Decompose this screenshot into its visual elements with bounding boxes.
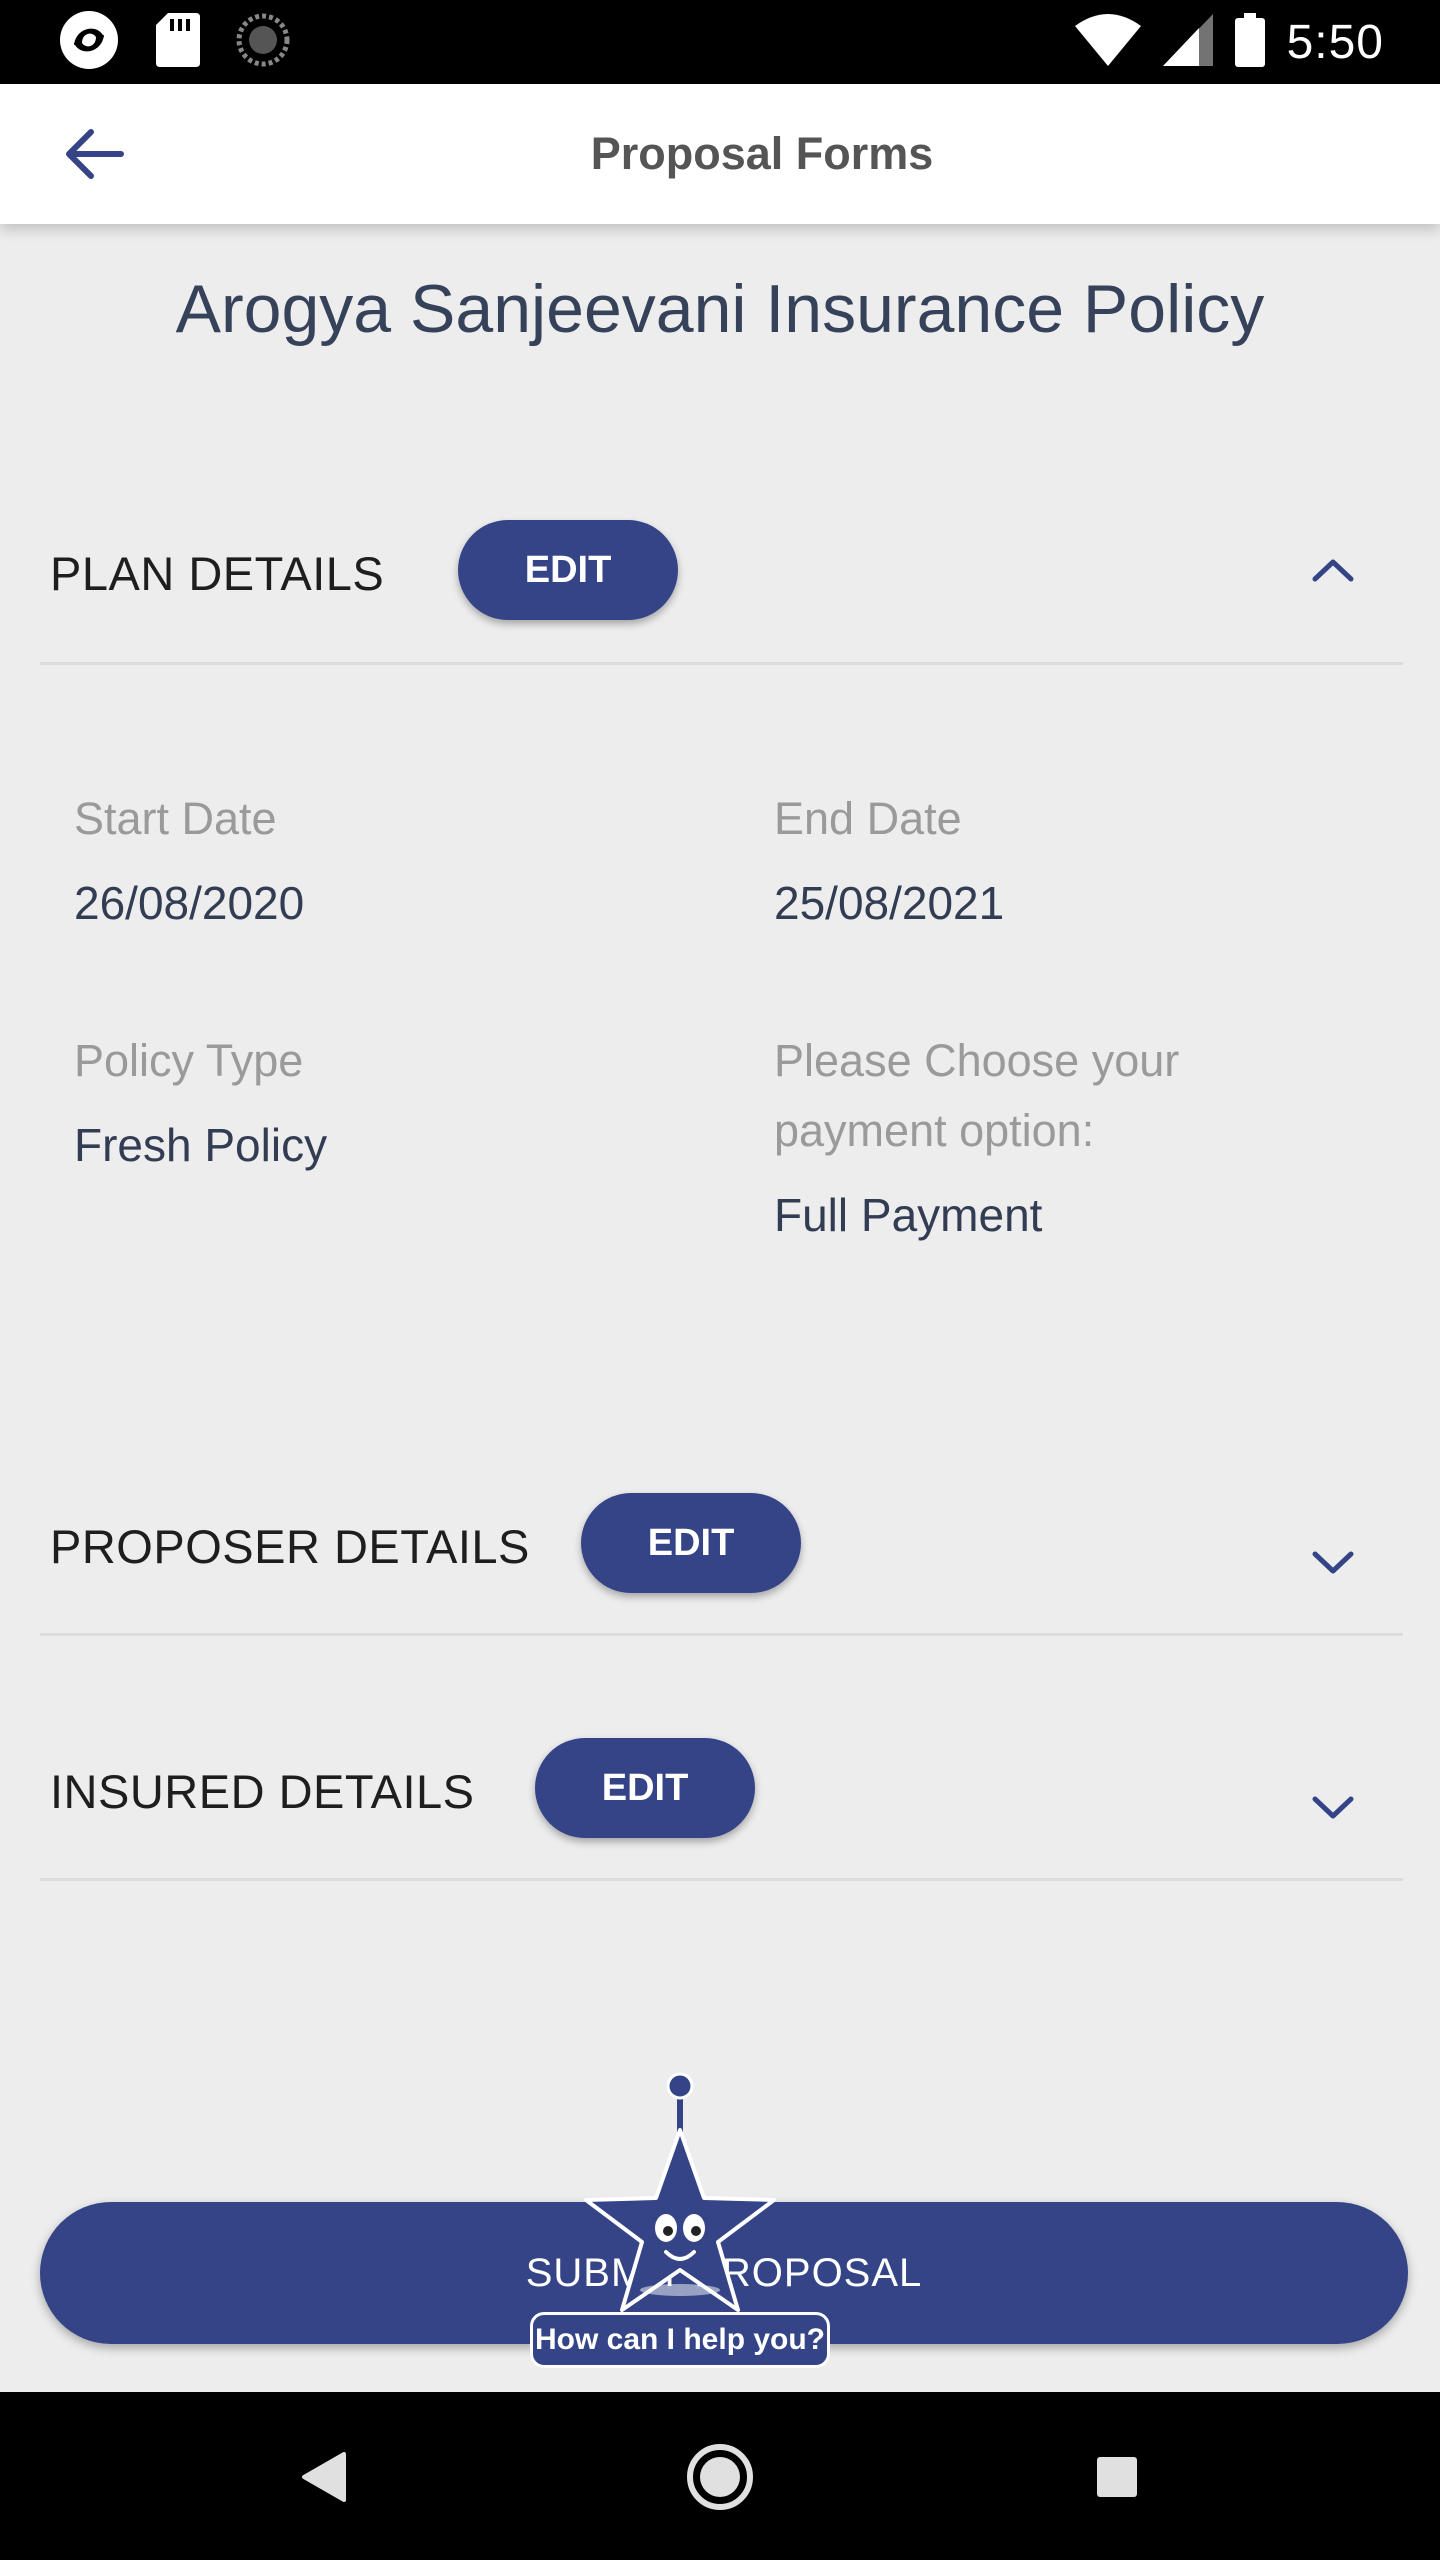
start-date-field: Start Date 26/08/2020 xyxy=(74,784,304,938)
section-title-proposer: PROPOSER DETAILS xyxy=(50,1520,530,1573)
arrow-left-icon xyxy=(66,129,124,179)
loading-icon xyxy=(236,13,290,72)
payment-option-field: Please Choose your payment option: Full … xyxy=(774,1026,1234,1250)
policy-type-value: Fresh Policy xyxy=(74,1119,328,1171)
plan-details-section: PLAN DETAILS EDIT Start Date 26/08/2020 … xyxy=(40,520,1403,1241)
status-bar: 5:50 xyxy=(0,0,1440,84)
payment-option-label: Please Choose your payment option: xyxy=(774,1035,1180,1156)
system-nav-bar xyxy=(0,2392,1440,2560)
start-date-label: Start Date xyxy=(74,793,277,844)
nav-back-button[interactable] xyxy=(278,2432,368,2522)
policy-type-label: Policy Type xyxy=(74,1035,304,1086)
page-title: Proposal Forms xyxy=(590,128,934,179)
nav-home-button[interactable] xyxy=(675,2432,765,2522)
app-notification-icon xyxy=(58,9,120,76)
sd-card-icon xyxy=(156,12,200,72)
start-date-value: 26/08/2020 xyxy=(74,877,305,929)
signal-icon xyxy=(1162,13,1213,71)
policy-type-field: Policy Type Fresh Policy xyxy=(74,1026,327,1180)
policy-title: Arogya Sanjeevani Insurance Policy xyxy=(175,271,1265,347)
wifi-icon xyxy=(1074,13,1141,71)
divider xyxy=(40,1633,1403,1636)
status-time: 5:50 xyxy=(1286,15,1384,69)
plan-edit-button[interactable]: EDIT xyxy=(458,520,678,620)
proposer-details-header[interactable]: PROPOSER DETAILS EDIT xyxy=(40,1493,1403,1603)
end-date-value: 25/08/2021 xyxy=(774,877,1005,929)
nav-recents-button[interactable] xyxy=(1072,2432,1162,2522)
circle-home-icon xyxy=(687,2444,753,2510)
end-date-label: End Date xyxy=(774,793,962,844)
divider xyxy=(40,662,1403,665)
battery-icon xyxy=(1234,12,1265,72)
section-title-insured: INSURED DETAILS xyxy=(50,1765,475,1818)
back-button[interactable] xyxy=(54,114,134,194)
section-title-plan: PLAN DETAILS xyxy=(50,547,385,600)
proposer-details-section: PROPOSER DETAILS EDIT xyxy=(40,1493,1403,1636)
chevron-down-icon[interactable] xyxy=(1303,1533,1363,1593)
chevron-down-icon[interactable] xyxy=(1303,1778,1363,1838)
insured-edit-button[interactable]: EDIT xyxy=(535,1738,755,1838)
insured-details-section: INSURED DETAILS EDIT xyxy=(40,1738,1403,1881)
payment-option-value: Full Payment xyxy=(774,1189,1043,1241)
chevron-up-icon[interactable] xyxy=(1303,540,1363,600)
triangle-back-icon xyxy=(302,2452,346,2502)
end-date-field: End Date 25/08/2021 xyxy=(774,784,1004,938)
proposer-edit-button[interactable]: EDIT xyxy=(581,1493,801,1593)
insured-details-header[interactable]: INSURED DETAILS EDIT xyxy=(40,1738,1403,1848)
help-bubble[interactable]: How can I help you? xyxy=(530,2312,830,2368)
plan-details-header[interactable]: PLAN DETAILS EDIT xyxy=(40,520,1403,630)
square-recents-icon xyxy=(1097,2457,1137,2497)
divider xyxy=(40,1878,1403,1881)
app-bar: Proposal Forms xyxy=(0,84,1440,224)
